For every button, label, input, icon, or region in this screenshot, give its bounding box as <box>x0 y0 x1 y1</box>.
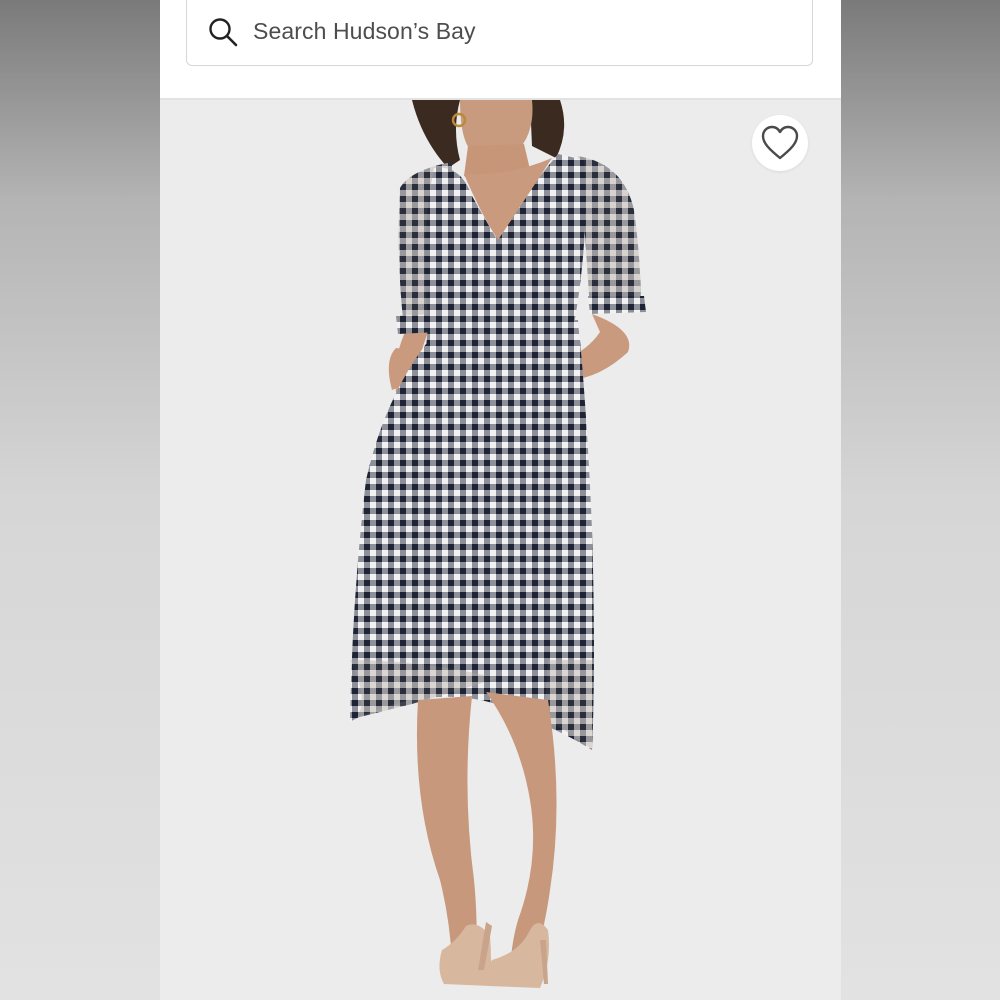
heart-icon <box>760 125 800 161</box>
search-bar[interactable]: Search Hudson’s Bay <box>186 0 813 66</box>
backdrop-right <box>841 0 1000 1000</box>
search-input[interactable]: Search Hudson’s Bay <box>253 18 476 45</box>
product-image[interactable] <box>160 100 841 1000</box>
favorite-button[interactable] <box>752 115 808 171</box>
search-icon[interactable] <box>207 16 239 48</box>
app-screen: Search Hudson’s Bay <box>160 0 841 1000</box>
header: Search Hudson’s Bay <box>160 0 841 100</box>
backdrop-left <box>0 0 160 1000</box>
